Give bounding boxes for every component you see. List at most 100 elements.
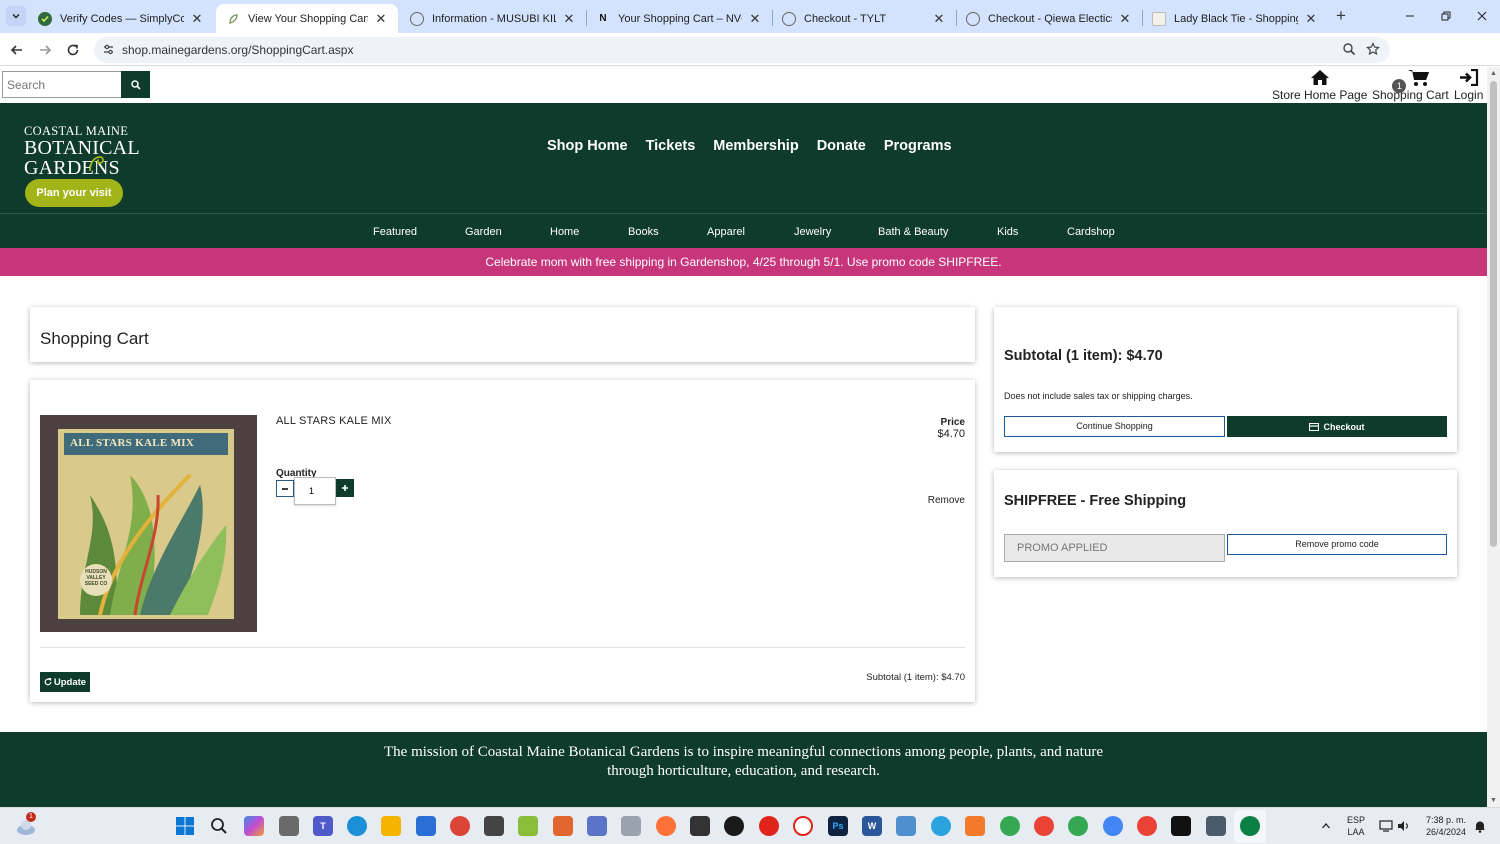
app-icon[interactable] [690,816,710,836]
opera-icon[interactable] [759,816,779,836]
app-icon[interactable] [484,816,504,836]
back-arrow-icon[interactable] [7,40,27,60]
search-input[interactable] [2,71,122,98]
category-books[interactable]: Books [628,226,659,238]
nav-tickets[interactable]: Tickets [637,138,705,154]
new-tab-button[interactable]: + [1332,6,1350,26]
bookmark-star-icon[interactable] [1366,42,1380,56]
close-icon[interactable]: ✕ [1118,11,1132,27]
close-icon[interactable]: ✕ [374,11,388,27]
browser-tab[interactable]: Verify Codes — SimplyCodes ✕ [28,4,214,33]
store-home-link[interactable]: Store Home Page [1272,69,1367,102]
chrome-profile-icon[interactable] [1068,816,1088,836]
plan-your-visit-button[interactable]: Plan your visit [25,179,123,207]
category-cardshop[interactable]: Cardshop [1067,226,1115,238]
tab-search-button[interactable] [6,6,26,26]
task-view-icon[interactable] [279,816,299,836]
chrome-icon[interactable] [450,816,470,836]
category-kids[interactable]: Kids [997,226,1018,238]
windows-start-icon[interactable] [175,816,195,836]
close-window-icon[interactable] [1472,7,1492,25]
copilot-icon[interactable] [244,816,264,836]
close-icon[interactable]: ✕ [932,11,946,27]
browser-tab[interactable]: Checkout - Qiewa Electics Scoo ✕ [956,4,1142,33]
microsoft-store-icon[interactable] [416,816,436,836]
browser-tab-active[interactable]: View Your Shopping Cart - Coa ✕ [216,4,398,33]
browser-tab[interactable]: Information - MUSUBI KILN - C ✕ [400,4,586,33]
category-jewelry[interactable]: Jewelry [794,226,831,238]
quantity-decrease-button[interactable] [276,480,294,497]
close-icon[interactable]: ✕ [190,11,204,27]
chrome-active-icon[interactable] [1240,816,1260,836]
category-featured[interactable]: Featured [373,226,417,238]
close-icon[interactable]: ✕ [562,11,576,27]
power-app-icon[interactable] [724,816,744,836]
quantity-input[interactable] [294,477,336,505]
restore-icon[interactable] [1436,7,1456,25]
chrome-profile-icon[interactable] [1137,816,1157,836]
word-icon[interactable]: W [862,816,882,836]
app-icon[interactable] [965,816,985,836]
opera-gx-icon[interactable] [793,816,813,836]
close-icon[interactable]: ✕ [748,11,762,27]
product-image[interactable]: ALL STARS KALE MIX HUDSON VALLEY SEED CO [40,415,257,632]
login-link[interactable]: Login [1454,69,1483,102]
quantity-increase-button[interactable] [336,479,354,497]
update-cart-button[interactable]: Update [40,672,90,692]
app-icon[interactable] [896,816,916,836]
chevron-up-icon[interactable] [1316,816,1336,836]
site-settings-icon[interactable] [102,43,115,56]
browser-tab[interactable]: Checkout - TYLT ✕ [772,4,956,33]
calculator-icon[interactable] [1206,816,1226,836]
nav-donate[interactable]: Donate [808,138,875,154]
checkout-button[interactable]: Checkout [1227,416,1447,437]
reload-icon[interactable] [63,40,83,60]
browser-tab[interactable]: Lady Black Tie - Shopping Cart ✕ [1142,4,1328,33]
forward-arrow-icon[interactable] [35,40,55,60]
chrome-profile-icon[interactable] [1000,816,1020,836]
browser-tab[interactable]: N Your Shopping Cart – NVGTN ✕ [586,4,772,33]
teams-icon[interactable]: T [313,816,333,836]
category-bath-beauty[interactable]: Bath & Beauty [878,226,948,238]
pen-tool-icon[interactable] [621,816,641,836]
chrome-profile-icon[interactable] [1034,816,1054,836]
shopping-cart-link[interactable]: 1 Shopping Cart [1372,69,1449,102]
volume-icon[interactable] [1394,816,1414,836]
firefox-icon[interactable] [656,816,676,836]
notifications-bell-icon[interactable] [1470,816,1490,836]
clock[interactable]: 7:38 p. m. 26/4/2024 [1416,814,1476,838]
telegram-icon[interactable] [931,816,951,836]
site-logo[interactable]: COASTAL MAINE BOTANICAL GARDENS [24,125,140,178]
minimize-icon[interactable] [1400,7,1420,25]
close-icon[interactable]: ✕ [1304,11,1318,27]
remove-promo-code-button[interactable]: Remove promo code [1227,534,1447,555]
app-icon[interactable] [1171,816,1191,836]
network-icon[interactable] [1376,816,1396,836]
category-home[interactable]: Home [550,226,579,238]
category-apparel[interactable]: Apparel [707,226,745,238]
file-explorer-icon[interactable] [381,816,401,836]
app-icon[interactable] [518,816,538,836]
scroll-down-arrow-icon[interactable]: ▼ [1490,797,1497,804]
address-bar[interactable]: shop.mainegardens.org/ShoppingCart.aspx [94,37,1390,63]
search-button[interactable] [121,71,150,98]
edge-browser-icon[interactable] [347,816,367,836]
continue-shopping-button[interactable]: Continue Shopping [1004,416,1225,437]
app-icon[interactable] [587,816,607,836]
page-scrollbar[interactable]: ▲ ▼ [1487,67,1500,807]
nav-membership[interactable]: Membership [704,138,807,154]
remove-item-link[interactable]: Remove [928,495,965,506]
app-icon[interactable] [553,816,573,836]
browser-tab-bar: Verify Codes — SimplyCodes ✕ View Your S… [0,0,1500,33]
product-name[interactable]: ALL STARS KALE MIX [276,415,391,427]
chrome-profile-icon[interactable] [1103,816,1123,836]
scroll-up-arrow-icon[interactable]: ▲ [1490,70,1497,77]
zoom-icon[interactable] [1342,42,1356,56]
search-icon[interactable] [209,816,229,836]
nav-shop-home[interactable]: Shop Home [538,138,637,154]
nav-programs[interactable]: Programs [875,138,961,154]
language-indicator[interactable]: ESP LAA [1342,814,1370,838]
scrollbar-thumb[interactable] [1490,81,1497,547]
category-garden[interactable]: Garden [465,226,502,238]
photoshop-icon[interactable]: Ps [828,816,848,836]
